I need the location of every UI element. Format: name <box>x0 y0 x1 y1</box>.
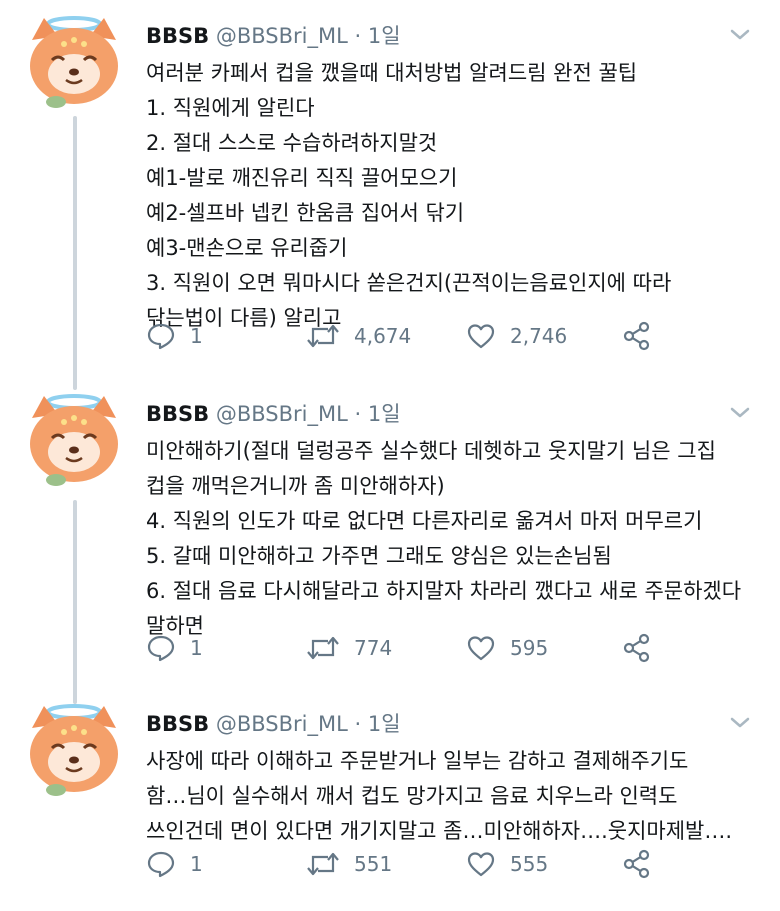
tweet-text-line: 여러분 카페서 컵을 깼을때 대처방법 알려드림 완전 꿀팁 <box>146 61 638 85</box>
like-count: 555 <box>510 852 549 876</box>
comment-bubble-icon <box>147 851 175 878</box>
tweet-header: BBSB @BBSBri_ML · 1일 <box>146 400 401 428</box>
reply-count: 1 <box>190 852 203 876</box>
chevron-down-icon[interactable] <box>726 712 754 732</box>
like-count: 2,746 <box>510 324 568 348</box>
avatar[interactable] <box>22 10 126 112</box>
reply-button[interactable]: 1 <box>146 628 203 668</box>
tweet-text-line: 6. 절대 음료 다시해달라고 하지말자 차라리 깼다고 새로 주문하겠다 <box>146 579 742 603</box>
tweet-text-line: 2. 절대 스스로 수습하려하지말것 <box>146 131 438 155</box>
tweet-text-line: 예1-발로 깨진유리 직직 끌어모으기 <box>146 166 458 190</box>
share-button[interactable] <box>622 628 652 668</box>
display-name[interactable]: BBSB <box>146 402 209 426</box>
share-button[interactable] <box>622 316 652 356</box>
display-name[interactable]: BBSB <box>146 24 209 48</box>
tweet-header: BBSB @BBSBri_ML · 1일 <box>146 710 401 738</box>
like-button[interactable]: 595 <box>466 628 548 668</box>
user-handle[interactable]: @BBSBri_ML <box>216 712 348 736</box>
like-button[interactable]: 2,746 <box>466 316 567 356</box>
share-button[interactable] <box>622 844 652 884</box>
tweet-header: BBSB @BBSBri_ML · 1일 <box>146 22 401 50</box>
retweet-count: 4,674 <box>354 324 412 348</box>
tweet-text-line: 3. 직원이 오면 뭐마시다 쏟은건지(끈적이는음료인지에 따라 <box>146 271 672 295</box>
tweet-text: 미안해하기(절대 덜렁공주 실수했다 데헷하고 웃지말기 님은 그집 컵을 깨먹… <box>146 434 741 644</box>
heart-icon <box>467 852 495 877</box>
reply-count: 1 <box>190 636 203 660</box>
share-nodes-icon <box>623 321 650 351</box>
tweet-text-line: 1. 직원에게 알린다 <box>146 96 315 120</box>
like-count: 595 <box>510 636 549 660</box>
like-button[interactable]: 555 <box>466 844 548 884</box>
separator-dot: · <box>354 712 362 736</box>
tweet-thread: BBSB @BBSBri_ML · 1일 여러분 카페서 컵을 깼을때 대처방법… <box>0 0 780 911</box>
chevron-down-icon[interactable] <box>726 24 754 44</box>
retweet-arrows-icon <box>307 324 339 348</box>
tweet-text-line: 컵을 깨먹은거니까 좀 미안해하자) <box>146 474 445 498</box>
tweet[interactable]: BBSB @BBSBri_ML · 1일 여러분 카페서 컵을 깼을때 대처방법… <box>0 0 780 380</box>
separator-dot: · <box>354 402 362 426</box>
avatar[interactable] <box>22 698 126 800</box>
comment-bubble-icon <box>147 635 175 662</box>
user-handle[interactable]: @BBSBri_ML <box>216 402 348 426</box>
tweet-actions: 1 774 595 <box>146 628 666 668</box>
tweet-text: 여러분 카페서 컵을 깼을때 대처방법 알려드림 완전 꿀팁 1. 직원에게 알… <box>146 56 671 336</box>
retweet-button[interactable]: 4,674 <box>306 316 411 356</box>
timestamp[interactable]: 1일 <box>368 24 401 48</box>
separator-dot: · <box>354 24 362 48</box>
heart-icon <box>467 324 495 349</box>
tweet-text-line: 4. 직원의 인도가 따로 없다면 다른자리로 옮겨서 마저 머무르기 <box>146 509 703 533</box>
tweet-actions: 1 551 555 <box>146 844 666 884</box>
reply-button[interactable]: 1 <box>146 844 203 884</box>
avatar[interactable] <box>22 388 126 490</box>
retweet-button[interactable]: 551 <box>306 844 392 884</box>
share-nodes-icon <box>623 849 650 879</box>
retweet-button[interactable]: 774 <box>306 628 392 668</box>
timestamp[interactable]: 1일 <box>368 712 401 736</box>
comment-bubble-icon <box>147 323 175 350</box>
tweet-text-line: 예3-맨손으로 유리줍기 <box>146 236 348 260</box>
retweet-count: 551 <box>354 852 393 876</box>
retweet-arrows-icon <box>307 852 339 876</box>
display-name[interactable]: BBSB <box>146 712 209 736</box>
reply-count: 1 <box>190 324 203 348</box>
reply-button[interactable]: 1 <box>146 316 203 356</box>
tweet-text-line: 예2-셀프바 넵킨 한움큼 집어서 닦기 <box>146 201 465 225</box>
timestamp[interactable]: 1일 <box>368 402 401 426</box>
tweet-actions: 1 4,674 2,746 <box>146 316 666 356</box>
tweet-text-line: 5. 갈때 미안해하고 가주면 그래도 양심은 있는손님됨 <box>146 544 612 568</box>
heart-icon <box>467 636 495 661</box>
tweet[interactable]: BBSB @BBSBri_ML · 1일 사장에 따라 이해하고 주문받거나 일… <box>0 688 780 911</box>
chevron-down-icon[interactable] <box>726 402 754 422</box>
share-nodes-icon <box>623 633 650 663</box>
tweet-text-line: 사장에 따라 이해하고 주문받거나 일부는 감하고 결제해주기도 <box>146 749 689 773</box>
user-handle[interactable]: @BBSBri_ML <box>216 24 348 48</box>
tweet-text-line: 함…님이 실수해서 깨서 컵도 망가지고 음료 치우느라 인력도 <box>146 784 678 808</box>
retweet-count: 774 <box>354 636 393 660</box>
tweet-text: 사장에 따라 이해하고 주문받거나 일부는 감하고 결제해주기도 함…님이 실수… <box>146 744 732 849</box>
tweet-text-line: 미안해하기(절대 덜렁공주 실수했다 데헷하고 웃지말기 님은 그집 <box>146 439 716 463</box>
retweet-arrows-icon <box>307 636 339 660</box>
tweet[interactable]: BBSB @BBSBri_ML · 1일 미안해하기(절대 덜렁공주 실수했다 … <box>0 378 780 688</box>
